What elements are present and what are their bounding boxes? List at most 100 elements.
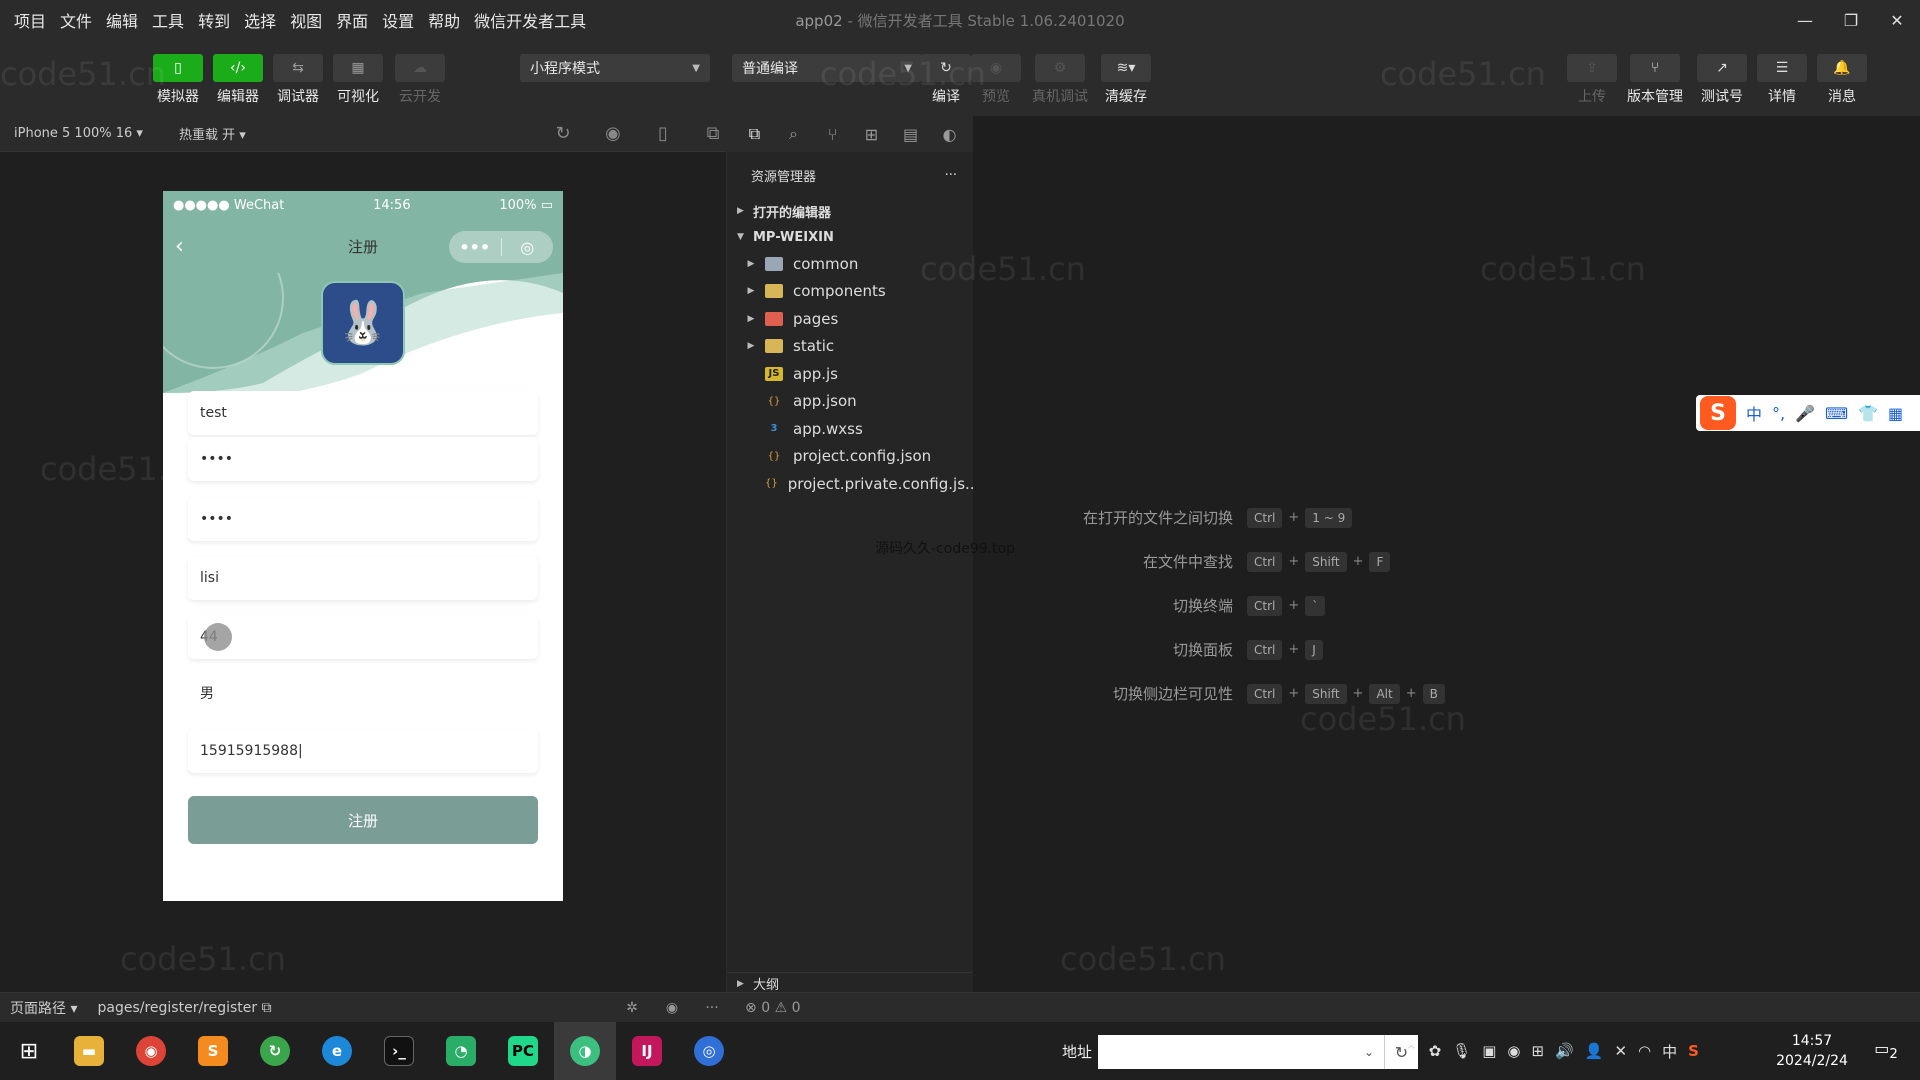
tree-item-project-private-config[interactable]: {} project.private.config.js... [727,470,979,498]
restore-icon[interactable]: ❐ [1828,0,1874,40]
chevron-down-icon[interactable]: ⌄ [1364,1045,1374,1059]
password-field[interactable]: •••• [188,437,538,481]
tree-item-common[interactable]: ▶ common [727,250,973,278]
simulator-button[interactable]: ▯ 模拟器 [148,54,208,106]
ime-keyboard-icon[interactable]: ⌨ [1825,404,1848,423]
volume-icon[interactable]: 🔊 [1555,1042,1574,1060]
debugger-button[interactable]: ⇆ 调试器 [268,54,328,106]
notification-center-icon[interactable]: ▭2 [1866,1039,1906,1062]
taskbar-sublime[interactable]: S [182,1022,244,1080]
tray-person-icon[interactable]: 👤 [1585,1042,1604,1060]
taskbar-intellij[interactable]: IJ [616,1022,678,1080]
more-actions-icon[interactable]: ··· [945,168,957,183]
sogou-logo-icon[interactable]: S [1700,396,1736,430]
bug-icon[interactable]: ✲ [612,1000,652,1016]
ime-punctuation-icon[interactable]: °, [1772,404,1785,423]
mode-select[interactable]: 小程序模式 ▼ [520,54,710,82]
open-editors-section[interactable]: ▶ 打开的编辑器 [727,198,973,224]
visual-button[interactable]: ▦ 可视化 [328,54,388,106]
preview-button[interactable]: ◉ 预览 [966,54,1026,106]
menu-edit[interactable]: 编辑 [106,8,138,32]
messages-button[interactable]: 🔔 消息 [1812,54,1872,106]
rotate-icon[interactable]: ↻ [538,123,588,144]
taskbar-explorer[interactable]: ▬ [58,1022,120,1080]
tree-item-components[interactable]: ▶ components [727,278,973,306]
device-select[interactable]: iPhone 5 100% 16 ▾ [14,126,143,141]
stop-icon[interactable]: ◉ [588,123,638,144]
tray-windows-icon[interactable]: ⊞ [1531,1042,1544,1060]
more-icon[interactable]: ••• [449,238,501,257]
ime-skin-icon[interactable]: 👕 [1858,404,1878,423]
tree-item-app-js[interactable]: JS app.js [727,360,973,388]
version-button[interactable]: ⑂ 版本管理 [1625,54,1685,106]
taskbar-wechat-devtools[interactable]: ◑ [554,1022,616,1080]
tray-chrome-icon[interactable]: ◉ [1507,1042,1520,1060]
back-icon[interactable]: ‹ [175,234,184,259]
ime-voice-icon[interactable]: 🎤 [1795,404,1815,423]
tree-item-project-config[interactable]: {} project.config.json [727,443,973,471]
sogou-tray-icon[interactable]: S [1688,1042,1699,1060]
taskbar-app-green[interactable]: ↻ [244,1022,306,1080]
close-icon[interactable]: ✕ [1874,0,1920,40]
tree-item-app-wxss[interactable]: 3 app.wxss [727,415,973,443]
search-icon[interactable]: ⌕ [774,124,813,144]
username-field[interactable]: test [188,391,538,435]
menu-select[interactable]: 选择 [244,8,276,32]
taskbar-chrome[interactable]: ◉ [120,1022,182,1080]
more-icon[interactable]: ··· [692,1000,732,1016]
menu-wechat-devtools[interactable]: 微信开发者工具 [474,8,586,32]
menu-view[interactable]: 视图 [290,8,322,32]
gender-field[interactable]: 男 [188,671,538,715]
remote-debug-button[interactable]: ⚙ 真机调试 [1030,54,1090,106]
menu-tools[interactable]: 工具 [152,8,184,32]
close-miniprogram-icon[interactable]: ◎ [502,238,554,257]
windows-start-icon[interactable]: ⊞ [0,1022,58,1080]
menu-goto[interactable]: 转到 [198,8,230,32]
details-button[interactable]: ☰ 详情 [1752,54,1812,106]
clear-cache-button[interactable]: ≋▾ 清缓存 [1096,54,1156,106]
extensions-icon[interactable]: ⊞ [852,125,891,144]
tray-expand-icon[interactable]: ⌃ [1405,1042,1418,1060]
menu-interface[interactable]: 界面 [336,8,368,32]
taskbar-terminal[interactable]: ›_ [368,1022,430,1080]
network-icon[interactable]: ◠ [1638,1042,1651,1060]
tray-mic-icon[interactable]: 🎙 [1452,1042,1471,1060]
tray-flower-icon[interactable]: ✿ [1429,1042,1442,1060]
menu-help[interactable]: 帮助 [428,8,460,32]
menu-file[interactable]: 文件 [60,8,92,32]
source-control-icon[interactable]: ⑂ [813,125,852,144]
outline-section[interactable]: ▶ 大纲 [727,972,973,994]
upload-button[interactable]: ⇪ 上传 [1562,54,1622,106]
confirm-password-field[interactable]: •••• [188,497,538,541]
files-icon[interactable]: ⧉ [735,124,774,144]
ime-toolbox-icon[interactable]: ▦ [1888,404,1903,423]
taskbar-wechat[interactable]: ◔ [430,1022,492,1080]
compile-select[interactable]: 普通编译 ▼ [732,54,922,82]
taskbar-pycharm[interactable]: PC [492,1022,554,1080]
page-path-select[interactable]: 页面路径 ▾ [10,998,77,1018]
cloud-button[interactable]: ☁ 云开发 [390,54,450,106]
menu-settings[interactable]: 设置 [382,8,414,32]
tree-item-static[interactable]: ▶ static [727,333,973,361]
docker-icon[interactable]: ◐ [930,125,969,144]
tray-ime-icon[interactable]: ✕ [1614,1042,1627,1060]
problems-indicator[interactable]: ⊗ 0 ⚠ 0 [745,1000,801,1016]
minimize-icon[interactable]: — [1782,0,1828,40]
device-icon[interactable]: ▯ [638,123,688,144]
test-account-button[interactable]: ↗ 测试号 [1692,54,1752,106]
register-submit-button[interactable]: 注册 [188,796,538,844]
eye-icon[interactable]: ◉ [652,1000,692,1016]
storage-icon[interactable]: ▤ [891,125,930,144]
editor-button[interactable]: ‹/› 编辑器 [208,54,268,106]
project-section[interactable]: ▼ MP-WEIXIN [727,224,973,250]
age-field[interactable]: 44 [188,615,538,659]
taskbar-edge[interactable]: e [306,1022,368,1080]
name-field[interactable]: lisi [188,556,538,600]
hot-reload-select[interactable]: 热重载 开 ▾ [179,124,246,143]
ime-lang-toggle[interactable]: 中 [1746,401,1762,425]
copy-icon[interactable]: ⧉ [262,1000,272,1016]
address-bar-input[interactable]: ⌄ [1098,1035,1384,1069]
phone-number-field[interactable]: 15915915988 | [188,729,538,773]
tray-app-icon[interactable]: ▣ [1482,1042,1496,1060]
tree-item-pages[interactable]: ▶ pages [727,305,973,333]
